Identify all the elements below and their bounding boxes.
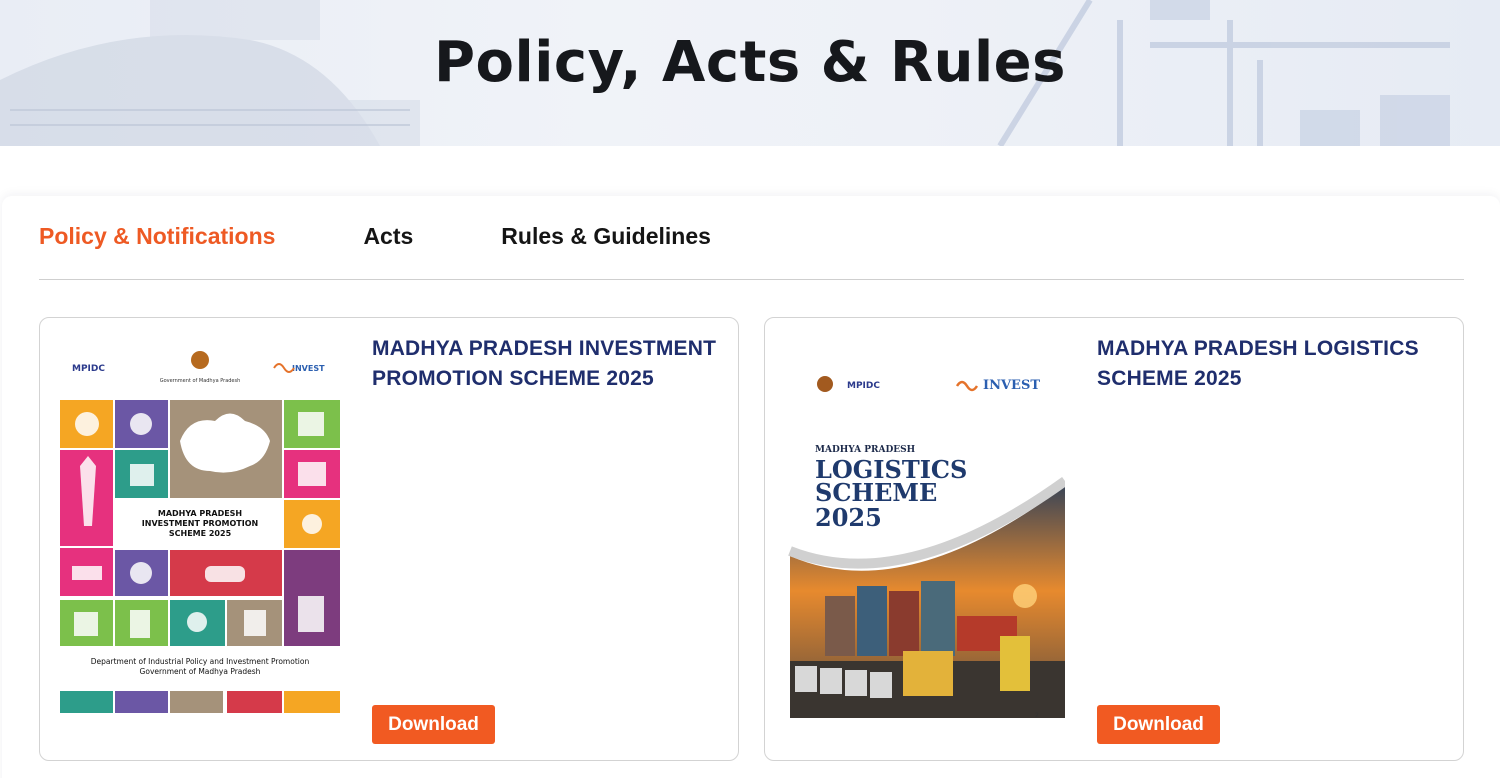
cotton-icon [302,514,322,534]
cover-heading-line3: SCHEME 2025 [169,529,232,538]
emblem-icon [191,351,209,369]
cover-title-line3: 2025 [815,503,882,532]
page-title: Policy, Acts & Rules [434,30,1066,95]
cover-logo-invest: INVEST [983,378,1040,393]
page-hero-banner: Policy, Acts & Rules [0,0,1500,146]
content-panel: Policy & Notifications Acts Rules & Guid… [2,196,1500,778]
flask-icon [244,610,266,636]
cover-heading-line2: INVESTMENT PROMOTION [142,519,258,528]
document-card-logistics-scheme: MPIDC INVEST MADHYA PRADESH LOGISTICS SC… [764,317,1464,761]
document-title: MADHYA PRADESH INVESTMENT PROMOTION SCHE… [372,337,717,390]
cover-page-number: 2 [1035,712,1039,718]
electric-car-icon [205,566,245,582]
tab-acts[interactable]: Acts [363,220,413,256]
hand-stars-icon [187,612,207,632]
growth-chart-icon [130,464,154,486]
cover-logo-mpidc: MPIDC [72,364,105,374]
cover-logo-mpidc: MPIDC [847,381,880,391]
tab-rules-guidelines[interactable]: Rules & Guidelines [501,220,711,256]
category-tabs: Policy & Notifications Acts Rules & Guid… [39,220,799,256]
cover-logo-invest: INVEST [292,364,325,373]
document-card-investment-scheme: MPIDC Government of Madhya Pradesh INVES… [39,317,739,761]
chip-icon [298,462,326,486]
globe-icon [130,562,152,584]
microscope-icon [130,610,150,638]
textile-icon [75,412,99,436]
medicine-icon [74,612,98,636]
cover-footer-line2: Government of Madhya Pradesh [140,667,261,676]
lab-icon [298,596,324,632]
cover-subtitle: MADHYA PRADESH [815,445,916,455]
document-title: MADHYA PRADESH LOGISTICS SCHEME 2025 [1097,337,1419,390]
cover-heading-line1: MADHYA PRADESH [158,509,242,518]
wind-turbine-icon [298,412,324,436]
shipping-containers-photo [790,581,1065,718]
tabs-divider [39,279,1464,280]
cover-logo-gov: Government of Madhya Pradesh [160,378,241,384]
emblem-icon [817,376,833,392]
tank-icon [72,566,102,580]
cover-footer-line1: Department of Industrial Policy and Inve… [91,657,310,666]
logistics-scheme-cover-image[interactable]: MPIDC INVEST MADHYA PRADESH LOGISTICS SC… [785,346,1065,718]
download-button[interactable]: Download [372,705,495,744]
download-button[interactable]: Download [1097,705,1220,744]
handshake-icon [130,413,152,435]
investment-scheme-cover-image[interactable]: MPIDC Government of Madhya Pradesh INVES… [60,346,340,718]
tab-policy-notifications[interactable]: Policy & Notifications [39,220,275,256]
